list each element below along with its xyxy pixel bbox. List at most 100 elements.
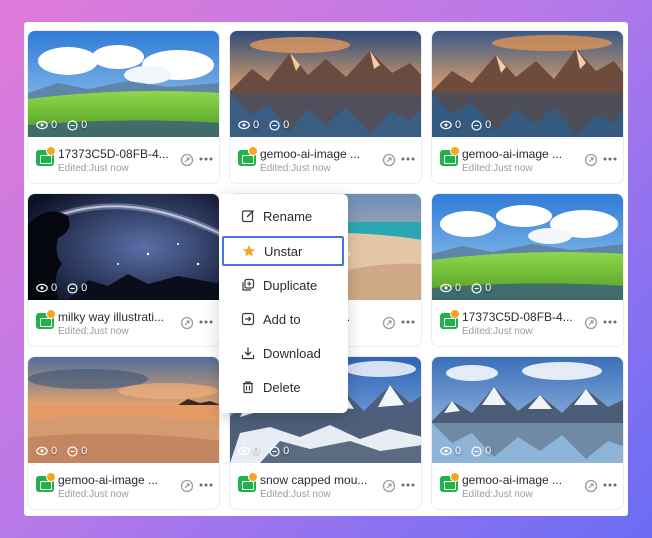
image-card[interactable]: 0 0 gemoo-ai-image ... Edited:Just now <box>229 30 422 184</box>
comment-count: 0 <box>67 445 87 457</box>
star-icon <box>243 245 255 257</box>
share-icon[interactable] <box>382 479 396 493</box>
card-title[interactable]: 17373C5D-08FB-4... <box>462 310 584 324</box>
image-thumbnail[interactable]: 0 0 <box>432 357 623 463</box>
view-count: 0 <box>440 282 461 294</box>
share-icon[interactable] <box>584 316 598 330</box>
eye-icon <box>440 283 452 293</box>
more-icon[interactable] <box>400 152 416 166</box>
share-icon[interactable] <box>382 316 396 330</box>
more-icon[interactable] <box>198 315 214 329</box>
menu-item-label: Duplicate <box>263 277 318 293</box>
more-icon[interactable] <box>602 478 618 492</box>
menu-item-label: Add to <box>263 311 301 327</box>
star-badge <box>450 309 460 319</box>
image-card[interactable]: 0 0 17373C5D-08FB-4... Edited:Just now <box>27 30 220 184</box>
comment-icon <box>269 445 280 457</box>
more-icon[interactable] <box>400 478 416 492</box>
star-badge <box>46 472 56 482</box>
card-info: 17373C5D-08FB-4... Edited:Just now <box>28 137 219 183</box>
more-icon[interactable] <box>602 315 618 329</box>
comment-count: 0 <box>67 282 87 294</box>
eye-icon <box>238 446 250 456</box>
image-thumbnail[interactable]: 0 0 <box>28 357 219 463</box>
star-badge <box>248 472 258 482</box>
image-thumbnail[interactable]: 0 0 <box>432 31 623 137</box>
card-title[interactable]: milky way illustrati... <box>58 310 180 324</box>
eye-icon <box>36 283 48 293</box>
star-badge <box>248 146 258 156</box>
card-info: snow capped mou... Edited:Just now <box>230 463 421 509</box>
comment-icon <box>67 282 78 294</box>
star-badge <box>46 309 56 319</box>
rename-icon <box>241 210 254 223</box>
menu-item-rename[interactable]: Rename <box>219 201 348 231</box>
comment-count: 0 <box>269 119 289 131</box>
card-title[interactable]: 17373C5D-08FB-4... <box>58 147 180 161</box>
menu-item-add-to[interactable]: Add to <box>219 304 348 334</box>
duplicate-icon <box>242 278 255 291</box>
comment-count: 0 <box>269 445 289 457</box>
menu-item-label: Download <box>263 345 321 361</box>
share-icon[interactable] <box>180 316 194 330</box>
image-thumbnail[interactable]: 0 0 <box>230 31 421 137</box>
card-edited-time: Edited:Just now <box>58 326 129 337</box>
image-card[interactable]: 0 0 gemoo-ai-image ... Edited:Just now <box>431 30 624 184</box>
card-info: gemoo-ai-image ... Edited:Just now <box>230 137 421 183</box>
card-edited-time: Edited:Just now <box>58 489 129 500</box>
share-icon[interactable] <box>382 153 396 167</box>
context-menu: Rename Unstar Duplicate Add to Download … <box>219 194 348 413</box>
delete-icon <box>243 381 253 394</box>
comment-count: 0 <box>471 445 491 457</box>
menu-item-label: Delete <box>263 379 301 395</box>
star-badge <box>450 146 460 156</box>
share-icon[interactable] <box>180 479 194 493</box>
star-badge <box>46 146 56 156</box>
card-title[interactable]: gemoo-ai-image ... <box>462 473 584 487</box>
view-count: 0 <box>440 119 461 131</box>
more-icon[interactable] <box>198 478 214 492</box>
card-title[interactable]: gemoo-ai-image ... <box>260 147 382 161</box>
more-icon[interactable] <box>198 152 214 166</box>
menu-item-delete[interactable]: Delete <box>219 372 348 402</box>
view-count: 0 <box>36 119 57 131</box>
share-icon[interactable] <box>584 479 598 493</box>
more-icon[interactable] <box>400 315 416 329</box>
image-card[interactable]: 0 0 gemoo-ai-image ... Edited:Just now <box>431 356 624 510</box>
card-edited-time: Edited:Just now <box>260 163 331 174</box>
comment-icon <box>471 445 482 457</box>
image-thumbnail[interactable]: 0 0 <box>432 194 623 300</box>
image-thumbnail[interactable]: 0 0 <box>28 194 219 300</box>
comment-count: 0 <box>67 119 87 131</box>
card-edited-time: Edited:Just now <box>462 489 533 500</box>
card-info: gemoo-ai-image ... Edited:Just now <box>432 137 623 183</box>
image-grid-panel: 0 0 17373C5D-08FB-4... Edited:Just now 0… <box>24 22 628 516</box>
menu-item-duplicate[interactable]: Duplicate <box>219 270 348 300</box>
card-info: gemoo-ai-image ... Edited:Just now <box>432 463 623 509</box>
card-edited-time: Edited:Just now <box>462 163 533 174</box>
share-icon[interactable] <box>180 153 194 167</box>
card-edited-time: Edited:Just now <box>58 163 129 174</box>
image-card[interactable]: 0 0 17373C5D-08FB-4... Edited:Just now <box>431 193 624 347</box>
card-title[interactable]: gemoo-ai-image ... <box>58 473 180 487</box>
view-count: 0 <box>238 445 259 457</box>
share-icon[interactable] <box>584 153 598 167</box>
comment-count: 0 <box>471 282 491 294</box>
more-icon[interactable] <box>602 152 618 166</box>
eye-icon <box>36 446 48 456</box>
card-title[interactable]: snow capped mou... <box>260 473 382 487</box>
menu-item-download[interactable]: Download <box>219 338 348 368</box>
comment-icon <box>67 119 78 131</box>
image-thumbnail[interactable]: 0 0 <box>28 31 219 137</box>
view-count: 0 <box>36 445 57 457</box>
card-edited-time: Edited:Just now <box>260 489 331 500</box>
card-title[interactable]: gemoo-ai-image ... <box>462 147 584 161</box>
image-card[interactable]: 0 0 gemoo-ai-image ... Edited:Just now <box>27 356 220 510</box>
card-info: 17373C5D-08FB-4... Edited:Just now <box>432 300 623 346</box>
menu-item-unstar[interactable]: Unstar <box>222 236 344 266</box>
card-edited-time: Edited:Just now <box>462 326 533 337</box>
comment-icon <box>269 119 280 131</box>
comment-icon <box>471 282 482 294</box>
image-card[interactable]: 0 0 milky way illustrati... Edited:Just … <box>27 193 220 347</box>
view-count: 0 <box>440 445 461 457</box>
